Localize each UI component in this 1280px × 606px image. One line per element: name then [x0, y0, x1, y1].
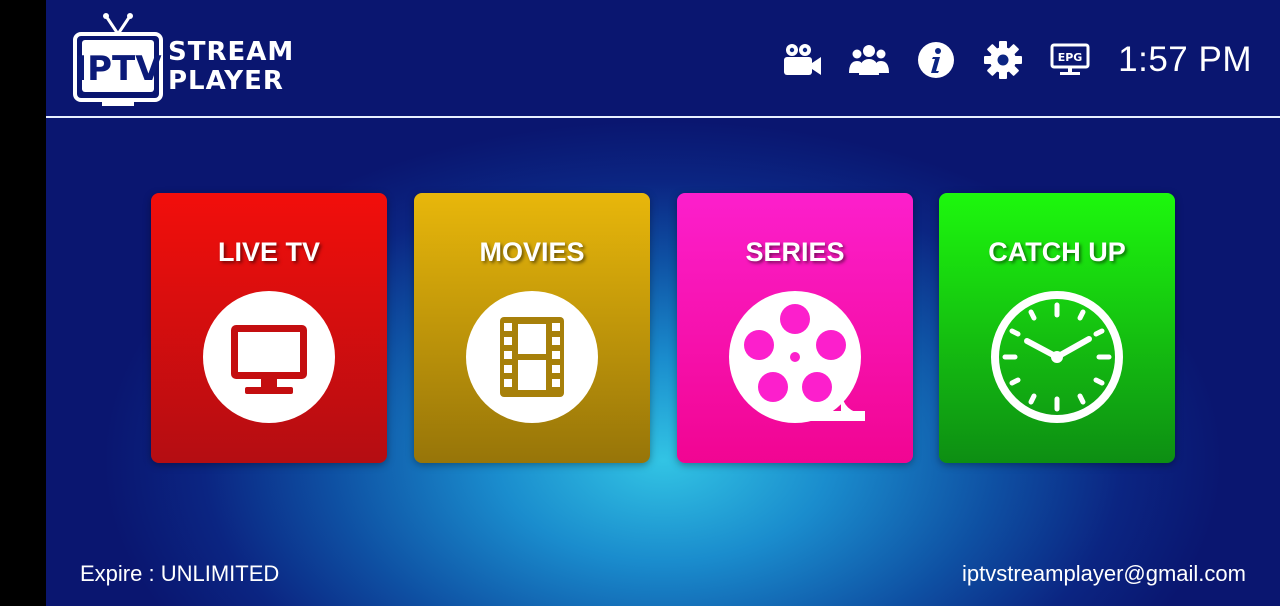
film-reel-icon [729, 291, 865, 423]
logo-line-1: STREAM [168, 37, 295, 67]
users-icon [849, 45, 890, 75]
logo-badge-text: IPTV [74, 49, 162, 89]
tile-label: CATCH UP [988, 237, 1126, 267]
info-icon [918, 42, 955, 78]
info-button[interactable] [914, 38, 958, 82]
header-divider [46, 116, 1280, 118]
record-button[interactable] [780, 38, 824, 82]
tv-icon [203, 291, 335, 423]
epg-button[interactable]: EPG [1048, 38, 1092, 82]
tile-label: LIVE TV [217, 237, 320, 267]
logo-title: STREAM PLAYER [168, 38, 294, 96]
tile-movies[interactable]: MOVIES [414, 193, 650, 463]
tile-catch-up[interactable]: CATCH UP [939, 193, 1175, 463]
film-strip-icon [466, 291, 598, 423]
settings-icon [984, 41, 1023, 79]
settings-button[interactable] [981, 38, 1025, 82]
header-toolbar: EPG 1:57 PM [780, 36, 1280, 84]
clock-time: 1:57 PM [1118, 40, 1252, 79]
profiles-button[interactable] [847, 38, 891, 82]
contact-email: iptvstreamplayer@gmail.com [962, 561, 1246, 586]
left-edge-bar [0, 0, 46, 606]
tile-label: MOVIES [479, 237, 585, 267]
epg-label: EPG [1058, 51, 1083, 64]
tile-label: SERIES [745, 237, 845, 267]
app-logo: IPTV STREAM PLAYER [70, 12, 320, 110]
home-screen: IPTV STREAM PLAYER EPG 1:57 PM LIVE TV M… [46, 0, 1280, 606]
clock-icon [991, 291, 1123, 423]
tile-series[interactable]: SERIES [677, 193, 913, 463]
tile-live-tv[interactable]: LIVE TV [151, 193, 387, 463]
tv-logo-icon: IPTV [73, 13, 163, 106]
epg-icon: EPG [1050, 43, 1090, 75]
video-camera-icon [784, 44, 822, 75]
expire-status: Expire : UNLIMITED [80, 561, 280, 586]
logo-line-2: PLAYER [168, 66, 284, 96]
